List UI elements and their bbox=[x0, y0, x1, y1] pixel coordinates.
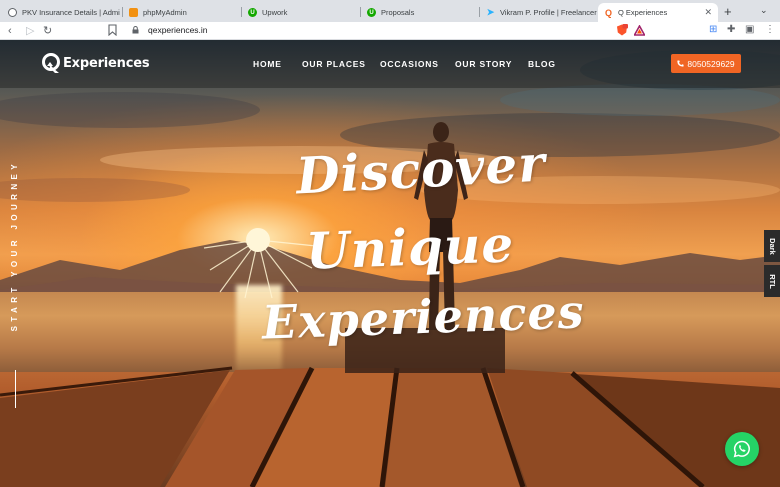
logo-text: Experiences bbox=[63, 55, 150, 71]
wallet-icon[interactable]: ▣ bbox=[745, 24, 754, 35]
dark-mode-toggle[interactable]: Dark bbox=[764, 230, 780, 262]
whatsapp-button[interactable] bbox=[725, 432, 759, 466]
globe-icon bbox=[8, 8, 17, 17]
dark-mode-label: Dark bbox=[767, 237, 777, 255]
tab-phpmyadmin[interactable]: phpMyAdmin bbox=[123, 3, 241, 22]
close-tab-icon[interactable]: ✕ bbox=[704, 7, 712, 18]
forward-icon[interactable]: ▷ bbox=[26, 24, 34, 38]
address-bar[interactable]: qexperiences.in bbox=[108, 23, 650, 38]
tab-search-icon[interactable]: ⌄ bbox=[760, 5, 768, 16]
website-page: Experiences HOME OUR PLACES OCCASIONS OU… bbox=[0, 40, 780, 487]
nav-home[interactable]: HOME bbox=[253, 59, 282, 69]
tab-title: Vikram P. Profile | Freelancer bbox=[500, 8, 597, 17]
lock-icon bbox=[132, 26, 139, 34]
tab-title: Upwork bbox=[262, 8, 288, 17]
q-logo-icon bbox=[42, 53, 60, 73]
rtl-label: RTL bbox=[767, 273, 777, 289]
url-text[interactable]: qexperiences.in bbox=[148, 25, 208, 35]
freelancer-icon: ➤ bbox=[486, 7, 495, 17]
upwork-icon: U bbox=[367, 8, 376, 17]
q-icon: Q bbox=[604, 7, 612, 18]
new-tab-button[interactable]: + bbox=[724, 4, 732, 19]
hero-heading-line-2: Unique bbox=[305, 214, 516, 281]
nav-our-story[interactable]: OUR STORY bbox=[455, 59, 512, 69]
tab-title: PKV Insurance Details | Admin bbox=[22, 8, 120, 17]
upwork-icon: U bbox=[248, 8, 257, 17]
nav-our-places[interactable]: OUR PLACES bbox=[302, 59, 366, 69]
tab-q-experiences[interactable]: Q Q Experiences ✕ bbox=[598, 3, 718, 22]
tab-freelancer[interactable]: ➤ Vikram P. Profile | Freelancer bbox=[480, 3, 598, 22]
browser-tab-strip: PKV Insurance Details | Admin phpMyAdmin… bbox=[0, 0, 780, 22]
brave-shield-icon[interactable] bbox=[616, 24, 628, 36]
back-icon[interactable]: ‹ bbox=[8, 24, 12, 38]
journey-divider bbox=[15, 370, 16, 408]
site-logo[interactable]: Experiences bbox=[41, 52, 150, 74]
sun-rays-image bbox=[203, 228, 317, 299]
start-your-journey-text[interactable]: START YOUR JOURNEY bbox=[10, 160, 19, 331]
rtl-toggle[interactable]: RTL bbox=[764, 265, 780, 297]
whatsapp-icon bbox=[733, 440, 750, 458]
extensions-icon[interactable]: ✚ bbox=[727, 24, 735, 35]
nav-blog[interactable]: BLOG bbox=[528, 59, 556, 69]
phone-icon bbox=[677, 60, 684, 67]
site-header: Experiences HOME OUR PLACES OCCASIONS OU… bbox=[0, 40, 780, 88]
hero-heading-line-3: Experiences bbox=[261, 284, 586, 350]
nav-occasions[interactable]: OCCASIONS bbox=[380, 59, 439, 69]
phone-number: 8050529629 bbox=[687, 58, 735, 69]
menu-icon[interactable]: ⋮ bbox=[765, 24, 775, 35]
call-button[interactable]: 8050529629 bbox=[671, 54, 741, 73]
bookmark-icon[interactable] bbox=[108, 24, 117, 36]
brave-rewards-icon[interactable] bbox=[634, 25, 645, 36]
wooden-dock-image bbox=[0, 328, 780, 487]
browser-toolbar: ‹ ▷ ↻ qexperiences.in ⊞ ✚ ▣ ⋮ bbox=[0, 22, 780, 40]
tab-title: Q Experiences bbox=[618, 8, 668, 17]
reload-icon[interactable]: ↻ bbox=[43, 24, 52, 38]
tab-proposals[interactable]: U Proposals bbox=[361, 3, 479, 22]
tab-title: Proposals bbox=[381, 8, 415, 17]
tab-pkv-insurance[interactable]: PKV Insurance Details | Admin bbox=[2, 3, 120, 22]
tab-upwork[interactable]: U Upwork bbox=[242, 3, 360, 22]
tab-title: phpMyAdmin bbox=[143, 8, 187, 17]
translate-icon[interactable]: ⊞ bbox=[709, 24, 717, 35]
phpmyadmin-icon bbox=[129, 8, 138, 17]
